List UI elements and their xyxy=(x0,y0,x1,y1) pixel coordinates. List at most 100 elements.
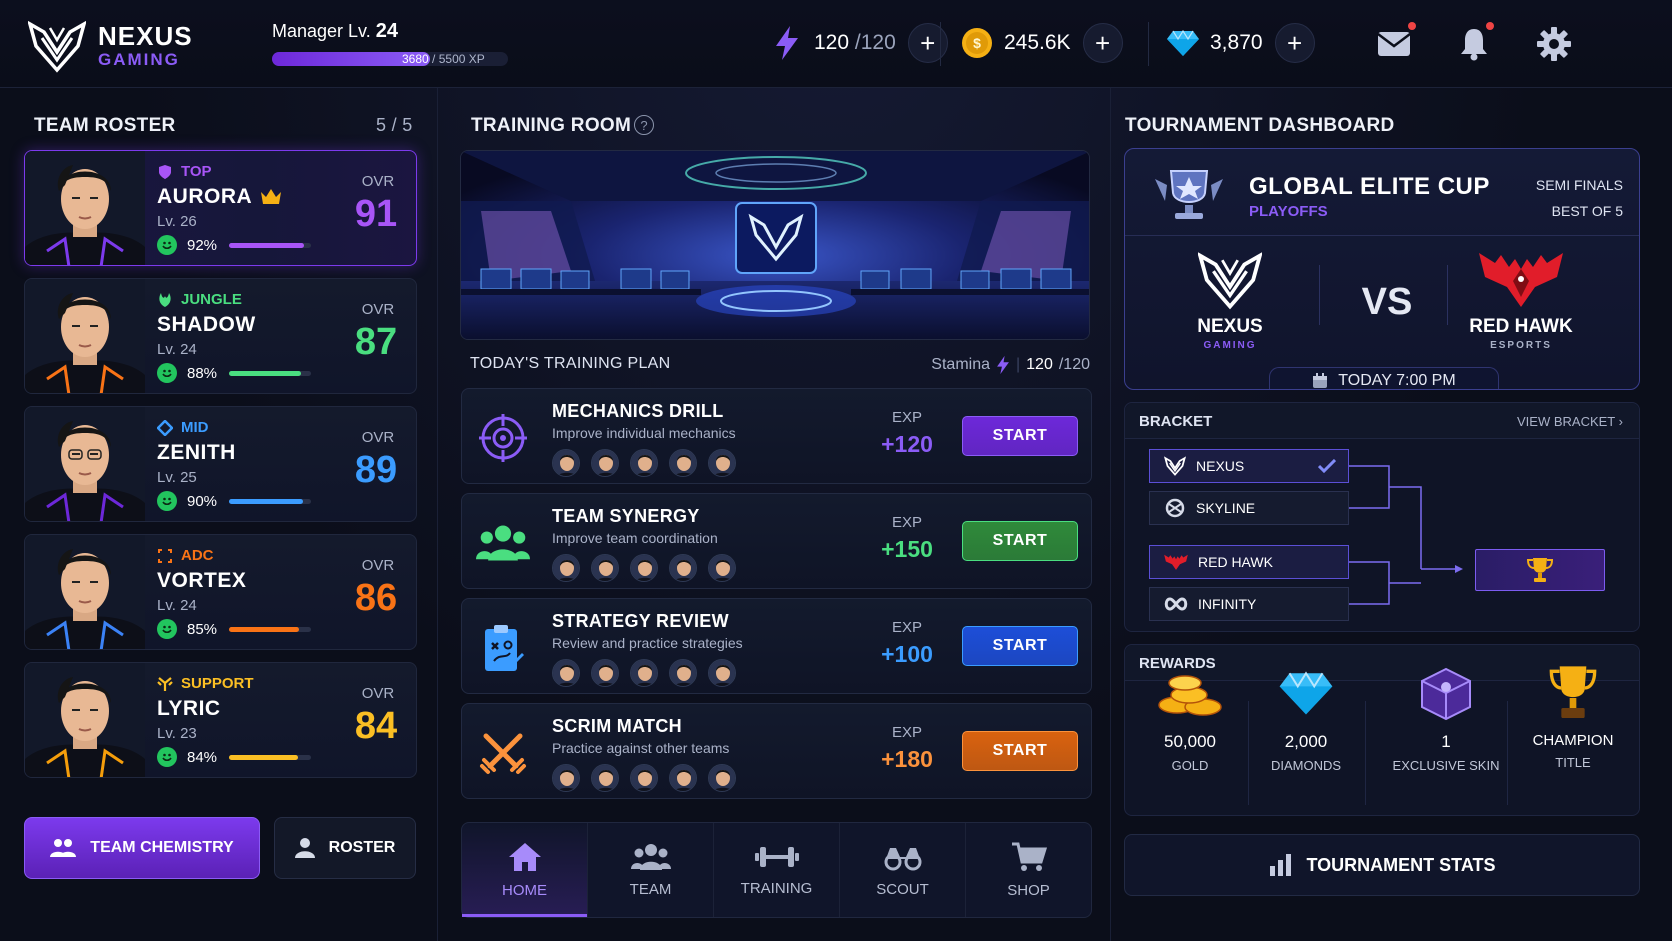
player-card[interactable]: TOP AURORA Lv. 26 92% OVR 91 xyxy=(24,150,417,266)
tournament-stats-label: TOURNAMENT STATS xyxy=(1306,854,1496,875)
energy-resource: 120 /120 + xyxy=(770,20,948,66)
player-avatar xyxy=(591,554,619,582)
player-card[interactable]: MID ZENITH Lv. 25 90% OVR 89 xyxy=(24,406,417,522)
player-avatar xyxy=(552,659,580,687)
training-drill-card: TEAM SYNERGY Improve team coordination EXP… xyxy=(461,493,1092,589)
divider xyxy=(1125,235,1639,236)
nav-team[interactable]: TEAM xyxy=(588,823,714,917)
checkmark-icon xyxy=(1318,459,1336,473)
bracket-team-red-hawk[interactable]: RED HAWK xyxy=(1149,545,1349,579)
player-name: VORTEX xyxy=(157,569,247,592)
bracket-title: BRACKET xyxy=(1139,413,1213,430)
energy-max: /120 xyxy=(854,31,896,54)
dumbbell-icon xyxy=(754,846,799,867)
bracket-team-name: NEXUS xyxy=(1196,458,1245,474)
top-bar: NEXUS GAMING Manager Lv. 24 3680 / 5500 … xyxy=(0,0,1672,88)
view-bracket-link[interactable]: VIEW BRACKET › xyxy=(1517,414,1623,429)
manager-label: Manager Lv. xyxy=(272,21,371,41)
gear-icon[interactable] xyxy=(1534,24,1574,64)
player-morale-value: 92% xyxy=(187,236,218,254)
morale-bar-fill xyxy=(229,626,299,632)
drill-description: Improve team coordination xyxy=(552,530,718,546)
infinity-logo-icon xyxy=(1164,597,1188,611)
view-bracket-label: VIEW BRACKET xyxy=(1517,414,1616,429)
start-drill-button[interactable]: START xyxy=(962,521,1078,561)
smile-icon xyxy=(157,747,177,767)
help-icon[interactable]: ? xyxy=(634,115,654,135)
roster-title: TEAM ROSTER xyxy=(34,115,176,136)
match-time-text: TODAY 7:00 PM xyxy=(1338,371,1456,389)
exp-label: EXP xyxy=(891,724,922,741)
start-drill-button[interactable]: START xyxy=(962,731,1078,771)
team-chemistry-button[interactable]: TEAM CHEMISTRY xyxy=(24,817,260,879)
player-level: Lv. 23 xyxy=(157,725,197,742)
nav-team-label: TEAM xyxy=(629,880,672,898)
gold-coins-icon xyxy=(1135,660,1245,726)
bracket-team-nexus[interactable]: NEXUS xyxy=(1149,449,1349,483)
reward-skin-label: EXCLUSIVE SKIN xyxy=(1392,758,1500,773)
player-avatar xyxy=(552,449,580,477)
player-role-label: MID xyxy=(181,419,209,436)
player-ovr: 84 xyxy=(354,705,398,747)
add-gold-button[interactable]: + xyxy=(1082,23,1123,63)
exp-label: EXP xyxy=(891,514,922,531)
diamonds-resource: 3,870 + xyxy=(1166,20,1315,66)
team-a-name: NEXUS xyxy=(1197,316,1263,337)
start-drill-button[interactable]: START xyxy=(962,626,1078,666)
diamonds-value: 3,870 xyxy=(1210,31,1263,54)
reward-skin-value: 1 xyxy=(1441,732,1451,751)
reward-title: CHAMPION TITLE xyxy=(1518,660,1628,770)
start-drill-button[interactable]: START xyxy=(962,416,1078,456)
player-role: MID xyxy=(157,419,209,436)
tournament-stats-button[interactable]: TOURNAMENT STATS xyxy=(1124,834,1640,896)
xp-text: 3680 / 5500 XP xyxy=(402,52,485,66)
player-morale-value: 90% xyxy=(187,492,218,510)
reward-skin: 1 EXCLUSIVE SKIN xyxy=(1376,660,1516,773)
morale-bar-fill xyxy=(229,242,305,248)
match-time: TODAY 7:00 PM xyxy=(1269,367,1499,389)
drill-participants xyxy=(552,659,736,687)
player-name-row: VORTEX xyxy=(157,569,246,593)
drill-participants xyxy=(552,764,736,792)
bracket-team-infinity[interactable]: INFINITY xyxy=(1149,587,1349,621)
player-avatar xyxy=(630,764,658,792)
player-level: Lv. 25 xyxy=(157,469,197,486)
player-card[interactable]: SUPPORT LYRIC Lv. 23 84% OVR 84 xyxy=(24,662,417,778)
add-energy-button[interactable]: + xyxy=(907,23,948,63)
training-drill-card: STRATEGY REVIEW Review and practice strat… xyxy=(461,598,1092,694)
nav-training[interactable]: TRAINING xyxy=(714,823,840,917)
team-icon xyxy=(476,516,530,570)
reward-gold-label: GOLD xyxy=(1171,758,1209,773)
player-card[interactable]: JUNGLE SHADOW Lv. 24 88% OVR 87 xyxy=(24,278,417,394)
trophy-icon xyxy=(1518,660,1628,726)
lightning-icon xyxy=(770,26,804,60)
diamond-icon xyxy=(1251,660,1361,726)
roster-button[interactable]: ROSTER xyxy=(274,817,416,879)
calendar-icon xyxy=(1313,372,1328,388)
match-card[interactable]: GLOBAL ELITE CUP PLAYOFFS SEMI FINALS BE… xyxy=(1124,148,1640,390)
smile-icon xyxy=(157,235,177,255)
nav-home[interactable]: HOME xyxy=(462,823,588,917)
player-morale-value: 84% xyxy=(187,748,218,766)
bell-icon[interactable] xyxy=(1454,22,1494,64)
vs-label: VS xyxy=(1361,281,1413,323)
add-diamonds-button[interactable]: + xyxy=(1274,23,1315,63)
player-card[interactable]: ADC VORTEX Lv. 24 85% OVR 86 xyxy=(24,534,417,650)
brand-sub: GAMING xyxy=(98,50,180,69)
drill-title: SCRIM MATCH xyxy=(552,716,682,736)
nav-scout[interactable]: SCOUT xyxy=(840,823,966,917)
reward-title-value: CHAMPION xyxy=(1532,732,1614,749)
bracket-team-skyline[interactable]: SKYLINE xyxy=(1149,491,1349,525)
player-avatar xyxy=(708,554,736,582)
game-dashboard: NEXUS GAMING Manager Lv. 24 3680 / 5500 … xyxy=(0,0,1672,941)
nav-shop[interactable]: SHOP xyxy=(966,823,1091,917)
player-portrait xyxy=(25,535,145,649)
player-name-row: LYRIC xyxy=(157,697,221,721)
manager-level-value: 24 xyxy=(375,20,398,42)
player-avatar xyxy=(591,659,619,687)
team-b: RED HAWK ESPORTS xyxy=(1451,247,1591,351)
morale-bar xyxy=(229,498,312,504)
player-avatar xyxy=(669,764,697,792)
mail-icon[interactable] xyxy=(1374,22,1416,64)
role-icon xyxy=(157,548,173,564)
